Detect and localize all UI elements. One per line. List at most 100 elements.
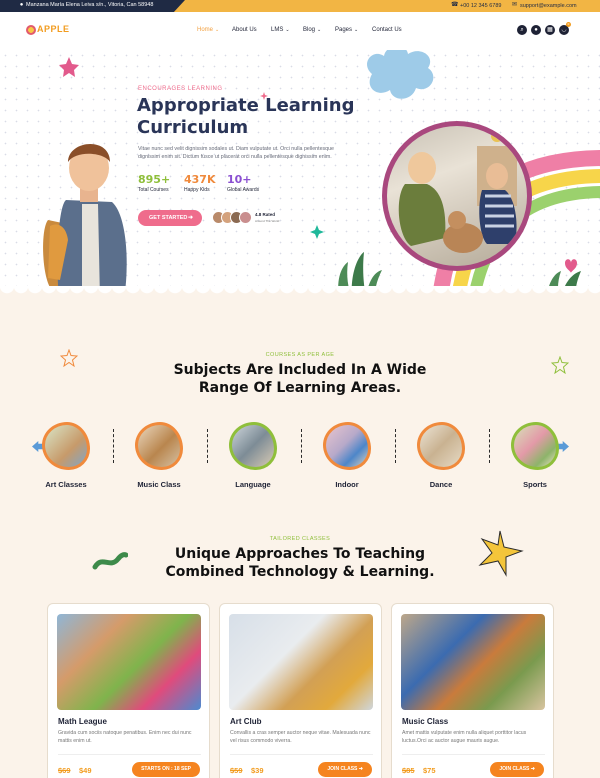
subject-sports[interactable]: Sports <box>505 422 565 489</box>
stat-kids: 437K Happy Kids <box>184 173 216 194</box>
subjects-eyebrow: COURSES AS PER AGE <box>265 352 335 358</box>
dashed-divider <box>489 429 490 463</box>
nav-item-about[interactable]: About Us <box>232 27 257 33</box>
sun-logo-icon <box>26 24 36 35</box>
class-description: Amet mattis vulputate enim nulla aliquet… <box>402 730 527 744</box>
nav-item-lms[interactable]: LMS ⌄ <box>271 27 290 33</box>
chevron-down-icon: ⌄ <box>215 27 220 33</box>
top-bar-address: Manzana María Elena Leiva s/n., Vitoria,… <box>26 2 154 8</box>
subject-label: Music Class <box>137 480 181 489</box>
hero-tagline: ENCOURAGES LEARNING <box>138 86 223 92</box>
stat-label: Happy Kids <box>184 187 210 193</box>
pink-star-icon <box>59 57 79 77</box>
class-card-math-league[interactable]: Math League Gravida cum sociis natoque p… <box>47 603 210 778</box>
hero-title: Appropriate Learning Curriculum <box>137 95 355 138</box>
top-bar-email[interactable]: support@example.com <box>520 3 577 9</box>
class-title: Music Class <box>402 717 449 726</box>
arrow-right-icon: ➜ <box>187 215 193 221</box>
old-price: $59 <box>230 766 243 775</box>
classes-section: TAILORED CLASSES Unique Approaches To Te… <box>0 523 600 778</box>
old-price: $69 <box>58 766 71 775</box>
subject-image <box>511 422 559 470</box>
old-price: $85 <box>402 766 415 775</box>
cart-count-badge: 0 <box>566 22 571 27</box>
class-title: Art Club <box>230 717 262 726</box>
subject-art-classes[interactable]: Art Classes <box>36 422 96 489</box>
classes-eyebrow: TAILORED CLASSES <box>269 536 331 542</box>
kids-playing-photo <box>382 121 532 271</box>
subjects-title-line-1: Subjects Are Included In A Wide <box>173 362 427 378</box>
subject-music-class[interactable]: Music Class <box>129 422 189 489</box>
stat-awards: 10+ Global Awards <box>227 173 260 194</box>
rating-value: 4.8 Rated <box>255 212 276 217</box>
nav-item-blog[interactable]: Blog ⌄ <box>303 27 321 33</box>
subject-label: Art Classes <box>45 480 87 489</box>
starts-on-button[interactable]: STARTS ON : 18 SEP <box>132 762 200 777</box>
join-class-button[interactable]: JOIN CLASS ➜ <box>318 762 372 777</box>
button-label: JOIN CLASS <box>499 766 530 772</box>
phone-icon: ☎ <box>451 2 459 8</box>
search-icon[interactable]: ⌕ <box>517 25 527 35</box>
new-price: $75 <box>423 766 436 775</box>
class-image <box>401 614 545 710</box>
subject-label: Language <box>235 480 271 489</box>
stat-label: Total Courses <box>138 187 169 193</box>
grid-icon[interactable]: ▦ <box>545 25 555 35</box>
subject-image <box>135 422 183 470</box>
nav-item-pages[interactable]: Pages ⌄ <box>335 27 358 33</box>
card-divider <box>402 754 545 755</box>
classes-title-line-1: Unique Approaches To Teaching <box>174 546 426 562</box>
dashed-divider <box>207 429 208 463</box>
new-price: $39 <box>251 766 264 775</box>
location-pin-icon: ● <box>19 2 24 8</box>
rating-subtext: Around The World <box>255 219 280 223</box>
subject-label: Indoor <box>335 480 359 489</box>
nav-item-home[interactable]: Home ⌄ <box>197 27 219 33</box>
rating-text: 4.8 Rated Around The World <box>255 212 279 224</box>
mail-icon: ✉ <box>511 2 518 8</box>
subject-indoor[interactable]: Indoor <box>317 422 377 489</box>
student-boy-image <box>43 143 127 298</box>
subject-image <box>323 422 371 470</box>
photo-frame <box>387 126 527 266</box>
green-star-icon <box>310 225 324 239</box>
avatar <box>239 211 252 224</box>
subject-language[interactable]: Language <box>223 422 283 489</box>
card-divider <box>230 754 373 755</box>
subject-label: Dance <box>429 480 453 489</box>
stat-label: Global Awards <box>227 187 260 193</box>
stat-value: 437K <box>184 173 216 186</box>
join-class-button[interactable]: JOIN CLASS ➜ <box>490 762 544 777</box>
class-description: Convallis a cras semper auctor neque vit… <box>230 730 371 744</box>
class-image <box>229 614 373 710</box>
class-title: Math League <box>58 717 107 726</box>
user-icon[interactable]: ● <box>531 25 541 35</box>
class-description: Gravida cum sociis natoque penatibus. En… <box>58 730 192 744</box>
chevron-down-icon: ⌄ <box>354 27 359 33</box>
new-price: $49 <box>79 766 92 775</box>
button-label: JOIN CLASS <box>327 766 358 772</box>
class-card-art-club[interactable]: Art Club Convallis a cras semper auctor … <box>219 603 382 778</box>
class-card-music-class[interactable]: Music Class Amet mattis vulputate enim n… <box>391 603 554 778</box>
stat-value: 10+ <box>227 173 252 186</box>
subject-image <box>229 422 277 470</box>
subject-image <box>42 422 90 470</box>
hero-section: ENCOURAGES LEARNING Appropriate Learning… <box>0 50 600 298</box>
top-bar-phone[interactable]: +00 12 345 6789 <box>460 3 501 9</box>
main-navigation <box>0 12 600 50</box>
nav-item-contact[interactable]: Contact Us <box>372 27 402 33</box>
chevron-down-icon: ⌄ <box>317 27 322 33</box>
dashed-divider <box>301 429 302 463</box>
subject-label: Sports <box>523 480 547 489</box>
subjects-title-line-2: Range Of Learning Areas. <box>198 380 402 396</box>
subject-image <box>417 422 465 470</box>
get-started-button[interactable]: GET STARTED ➜ <box>138 210 202 226</box>
subject-dance[interactable]: Dance <box>411 422 471 489</box>
card-divider <box>58 754 201 755</box>
dashed-divider <box>395 429 396 463</box>
site-logo[interactable]: APPLE <box>26 24 70 35</box>
subjects-section: COURSES AS PER AGE Subjects Are Included… <box>0 298 600 523</box>
kids-photo-content <box>398 130 517 253</box>
stat-value: 895+ <box>138 173 171 186</box>
class-image <box>57 614 201 710</box>
